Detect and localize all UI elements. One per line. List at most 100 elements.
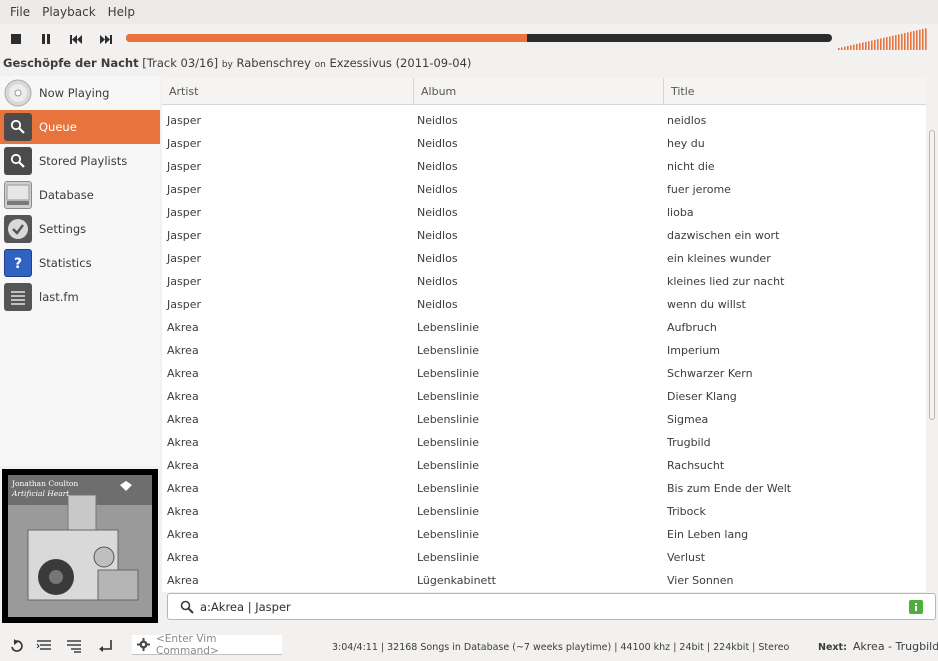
cell-album: Neidlos [417,160,458,173]
volume-bar [907,32,909,50]
volume-slider[interactable] [838,28,928,50]
table-row[interactable]: Akrea Lebenslinie Imperium [162,339,926,362]
sidebar-item-lastfm[interactable]: last.fm [0,280,160,314]
cell-artist: Jasper [167,160,201,173]
scrollbar-thumb[interactable] [929,130,935,420]
sidebar-item-label: Now Playing [39,86,110,100]
volume-bar [904,33,906,50]
table-row[interactable]: Akrea Lebenslinie Verlust [162,546,926,569]
sidebar-item-database[interactable]: Database [0,178,160,212]
stop-button[interactable] [1,25,31,53]
volume-bar [889,36,891,50]
album-art: Jonathan Coulton Artificial Heart [2,469,158,623]
volume-bar [847,45,849,50]
stop-icon [11,34,21,44]
table-row[interactable]: Akrea Lebenslinie Tribock [162,500,926,523]
cell-title: Bis zum Ende der Welt [667,482,792,495]
next-button[interactable] [91,25,121,53]
random-button[interactable] [64,636,84,656]
volume-bar [865,41,867,50]
album-art-line2: Artificial Heart [12,489,70,498]
table-row[interactable]: Jasper Neidlos fuer jerome [162,178,926,201]
seek-bar[interactable] [126,34,832,42]
sidebar-item-label: Database [39,188,94,202]
seek-progress [126,34,527,42]
drive-icon [4,181,32,209]
svg-text:?: ? [14,256,22,272]
column-header-title[interactable]: Title [664,78,926,105]
cell-artist: Akrea [167,344,199,357]
menu-file[interactable]: File [4,5,36,19]
volume-bar [841,47,843,50]
vim-command-input[interactable]: <Enter Vim Command> [132,632,282,657]
table-row[interactable]: Jasper Neidlos lioba [162,201,926,224]
volume-bar [859,43,861,50]
filter-value: a:Akrea | Jasper [200,599,291,614]
cell-album: Neidlos [417,298,458,311]
bottom-bar: <Enter Vim Command> 3:04/4:11 | 32168 So… [0,630,938,661]
on-label: on [314,60,326,70]
table-row[interactable]: Akrea Lügenkabinett Vier Sonnen [162,569,926,592]
cell-album: Lebenslinie [417,459,480,472]
current-title: Geschöpfe der Nacht [3,56,139,70]
table-row[interactable]: Akrea Lebenslinie Ein Leben lang [162,523,926,546]
table-row[interactable]: Jasper Neidlos wenn du willst [162,293,926,316]
cell-title: Vier Sonnen [667,574,734,587]
filter-input[interactable]: a:Akrea | Jasper [167,593,936,620]
single-button[interactable] [96,636,116,656]
vim-command-placeholder: <Enter Vim Command> [156,632,219,657]
cell-title: Dieser Klang [667,390,737,403]
column-header-album[interactable]: Album [414,78,664,105]
cell-artist: Akrea [167,528,199,541]
list-icon [4,283,32,311]
pause-icon [42,34,50,44]
next-label: Next: [818,642,847,653]
sidebar-item-statistics[interactable]: ? Statistics [0,246,160,280]
cell-album: Lebenslinie [417,367,480,380]
table-row[interactable]: Akrea Lebenslinie Schwarzer Kern [162,362,926,385]
menu-help[interactable]: Help [102,5,141,19]
table-row[interactable]: Jasper Neidlos dazwischen ein wort [162,224,926,247]
table-row[interactable]: Jasper Neidlos neidlos [162,109,926,132]
pause-button[interactable] [31,25,61,53]
cell-album: Lebenslinie [417,482,480,495]
status-text: 3:04/4:11 | 32168 Songs in Database (~7 … [332,642,790,653]
table-row[interactable]: Akrea Lebenslinie Aufbruch [162,316,926,339]
column-header-artist[interactable]: Artist [162,78,414,105]
cell-artist: Jasper [167,298,201,311]
table-row[interactable]: Jasper Neidlos kleines lied zur nacht [162,270,926,293]
volume-bar [880,38,882,50]
cell-album: Lebenslinie [417,436,480,449]
table-row[interactable]: Akrea Lebenslinie Sigmea [162,408,926,431]
info-icon[interactable] [909,600,923,614]
table-row[interactable]: Jasper Neidlos hey du [162,132,926,155]
cell-artist: Jasper [167,275,201,288]
volume-bar [874,39,876,50]
volume-bar [913,31,915,50]
table-row[interactable]: Akrea Lebenslinie Rachsucht [162,454,926,477]
repeat-button[interactable] [6,636,26,656]
sidebar-item-now-playing[interactable]: Now Playing [0,76,160,110]
album-art-line1: Jonathan Coulton [12,479,79,488]
sidebar-item-queue[interactable]: Queue [0,110,160,144]
table-row[interactable]: Akrea Lebenslinie Dieser Klang [162,385,926,408]
consume-button[interactable] [34,636,54,656]
consume-icon [36,640,51,650]
table-row[interactable]: Akrea Lebenslinie Bis zum Ende der Welt [162,477,926,500]
sidebar-item-label: Stored Playlists [39,154,128,168]
cell-artist: Akrea [167,390,199,403]
previous-button[interactable] [61,25,91,53]
search-icon [4,113,32,141]
sidebar-item-settings[interactable]: Settings [0,212,160,246]
sidebar-item-stored-playlists[interactable]: Stored Playlists [0,144,160,178]
table-row[interactable]: Akrea Lebenslinie Trugbild [162,431,926,454]
volume-bar [877,39,879,50]
cell-title: hey du [667,137,705,150]
by-label: by [221,60,233,70]
scrollbar[interactable] [928,78,936,592]
menu-playback[interactable]: Playback [36,5,102,19]
volume-bar [838,48,840,50]
table-row[interactable]: Jasper Neidlos ein kleines wunder [162,247,926,270]
table-row[interactable]: Jasper Neidlos nicht die [162,155,926,178]
single-icon [99,640,112,652]
